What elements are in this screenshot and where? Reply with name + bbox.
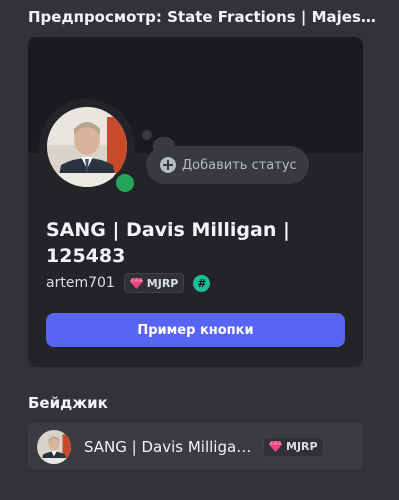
member-tag-label: MJRP — [286, 440, 318, 453]
server-tag-badge[interactable]: MJRP — [123, 273, 185, 293]
thought-bubble-small — [142, 130, 152, 140]
example-button[interactable]: Пример кнопки — [46, 313, 345, 347]
username-row: artem701 MJRP # — [46, 273, 211, 293]
member-badge-row[interactable]: SANG | Davis Milligan | 125483 MJRP — [28, 423, 363, 470]
add-status-button[interactable]: Добавить статус — [146, 146, 309, 184]
profile-card: Добавить статус SANG | Davis Milligan | … — [28, 37, 363, 367]
member-tag-badge: MJRP — [263, 436, 324, 457]
gem-icon — [269, 441, 282, 452]
add-status-label: Добавить статус — [182, 157, 297, 173]
member-name: SANG | Davis Milligan | 125483 — [84, 437, 254, 456]
preview-title: Предпросмотр: State Fractions | Majestic… — [28, 8, 378, 26]
gem-icon — [129, 277, 143, 289]
server-tag-label: MJRP — [146, 276, 179, 290]
member-avatar-image — [37, 429, 71, 464]
username: artem701 — [46, 275, 115, 291]
online-status-dot — [112, 170, 138, 196]
badge-section-title: Бейджик — [28, 394, 108, 412]
member-avatar — [37, 429, 71, 464]
plus-circle-icon — [160, 157, 176, 173]
hash-icon[interactable]: # — [193, 274, 211, 292]
display-name: SANG | Davis Milligan | 125483 — [46, 219, 290, 267]
